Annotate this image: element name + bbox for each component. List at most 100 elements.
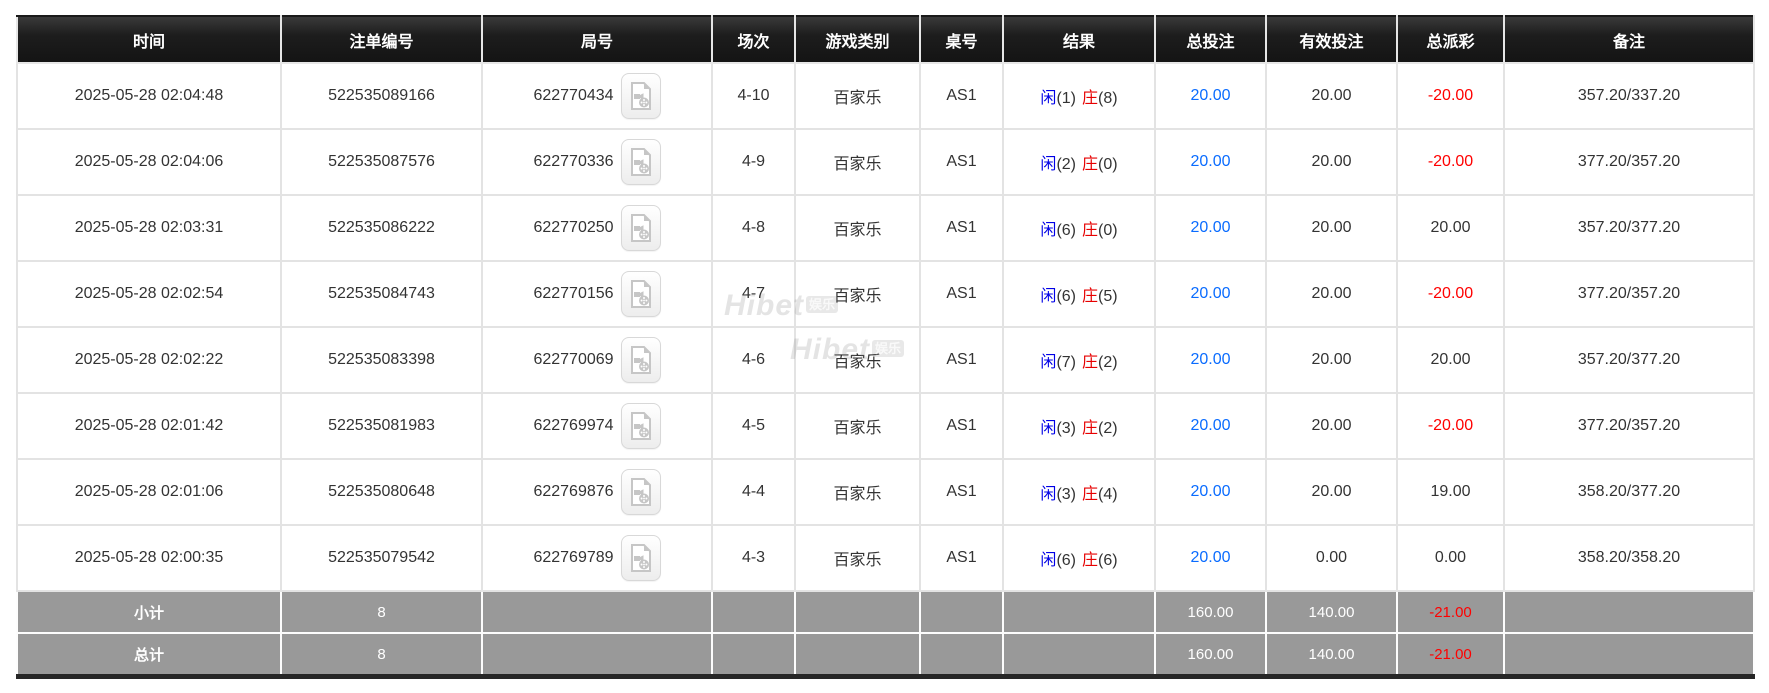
cell-bet-id: 522535083398: [281, 327, 482, 393]
bet-history-table: 时间 注单编号 局号 场次 游戏类别 桌号 结果 总投注 有效投注 总派彩 备注…: [16, 15, 1755, 679]
cell-payout: 0.00: [1397, 525, 1504, 591]
total-empty-session: [712, 633, 795, 677]
col-header-result: 结果: [1003, 16, 1155, 63]
video-file-icon: [629, 214, 653, 242]
cell-round-id: 622770250: [482, 195, 712, 261]
table-row: 2025-05-28 02:04:06 522535087576 6227703…: [17, 129, 1754, 195]
video-file-icon: [629, 148, 653, 176]
round-id-text: 622770069: [533, 351, 613, 368]
cell-session: 4-8: [712, 195, 795, 261]
cell-time: 2025-05-28 02:01:06: [17, 459, 281, 525]
col-header-game-type: 游戏类别: [795, 16, 920, 63]
video-replay-button[interactable]: [621, 139, 661, 185]
cell-session: 4-6: [712, 327, 795, 393]
cell-total-bet: 20.00: [1155, 63, 1266, 129]
result-banker-label: 庄: [1082, 288, 1098, 305]
cell-total-bet: 20.00: [1155, 393, 1266, 459]
result-player-label: 闲: [1040, 222, 1056, 239]
cell-session: 4-5: [712, 393, 795, 459]
cell-result: 闲(3)庄(4): [1003, 459, 1155, 525]
result-player-label: 闲: [1040, 156, 1056, 173]
total-total-bet: 160.00: [1155, 633, 1266, 677]
cell-bet-id: 522535087576: [281, 129, 482, 195]
result-player-label: 闲: [1040, 354, 1056, 371]
result-banker-score: (4): [1098, 486, 1118, 503]
video-replay-button[interactable]: [621, 337, 661, 383]
cell-bet-id: 522535079542: [281, 525, 482, 591]
cell-valid-bet: 20.00: [1266, 327, 1397, 393]
video-replay-button[interactable]: [621, 403, 661, 449]
result-player-label: 闲: [1040, 486, 1056, 503]
video-replay-button[interactable]: [621, 73, 661, 119]
result-banker-score: (5): [1098, 288, 1118, 305]
video-replay-button[interactable]: [621, 205, 661, 251]
cell-session: 4-7: [712, 261, 795, 327]
cell-total-bet: 20.00: [1155, 327, 1266, 393]
cell-table-no: AS1: [920, 459, 1003, 525]
col-header-total-bet: 总投注: [1155, 16, 1266, 63]
cell-table-no: AS1: [920, 63, 1003, 129]
cell-total-bet: 20.00: [1155, 195, 1266, 261]
result-player-score: (3): [1056, 486, 1076, 503]
cell-valid-bet: 20.00: [1266, 459, 1397, 525]
cell-game-type: 百家乐: [795, 195, 920, 261]
total-empty-remark: [1504, 633, 1754, 677]
cell-valid-bet: 20.00: [1266, 195, 1397, 261]
video-file-icon: [629, 82, 653, 110]
round-id-text: 622770156: [533, 285, 613, 302]
cell-payout: -20.00: [1397, 261, 1504, 327]
table-row: 2025-05-28 02:01:42 522535081983 6227699…: [17, 393, 1754, 459]
subtotal-empty-round: [482, 591, 712, 633]
result-player-score: (6): [1056, 222, 1076, 239]
subtotal-payout: -21.00: [1397, 591, 1504, 633]
video-replay-button[interactable]: [621, 469, 661, 515]
cell-time: 2025-05-28 02:04:48: [17, 63, 281, 129]
cell-game-type: 百家乐: [795, 327, 920, 393]
cell-result: 闲(2)庄(0): [1003, 129, 1155, 195]
result-player-label: 闲: [1040, 90, 1056, 107]
result-player-score: (7): [1056, 354, 1076, 371]
video-file-icon: [629, 478, 653, 506]
cell-payout: -20.00: [1397, 393, 1504, 459]
result-banker-score: (2): [1098, 420, 1118, 437]
cell-session: 4-10: [712, 63, 795, 129]
round-id-text: 622770250: [533, 219, 613, 236]
total-payout: -21.00: [1397, 633, 1504, 677]
cell-remark: 357.20/337.20: [1504, 63, 1754, 129]
subtotal-valid-bet: 140.00: [1266, 591, 1397, 633]
cell-result: 闲(6)庄(6): [1003, 525, 1155, 591]
result-banker-score: (0): [1098, 156, 1118, 173]
col-header-payout: 总派彩: [1397, 16, 1504, 63]
table-row: 2025-05-28 02:01:06 522535080648 6227698…: [17, 459, 1754, 525]
cell-bet-id: 522535084743: [281, 261, 482, 327]
cell-game-type: 百家乐: [795, 459, 920, 525]
cell-bet-id: 522535081983: [281, 393, 482, 459]
cell-result: 闲(6)庄(0): [1003, 195, 1155, 261]
cell-total-bet: 20.00: [1155, 525, 1266, 591]
col-header-round-id: 局号: [482, 16, 712, 63]
cell-table-no: AS1: [920, 393, 1003, 459]
round-id-text: 622769974: [533, 417, 613, 434]
result-player-label: 闲: [1040, 552, 1056, 569]
cell-round-id: 622769974: [482, 393, 712, 459]
round-id-text: 622769789: [533, 549, 613, 566]
col-header-session: 场次: [712, 16, 795, 63]
cell-valid-bet: 0.00: [1266, 525, 1397, 591]
subtotal-empty-table-no: [920, 591, 1003, 633]
cell-remark: 357.20/377.20: [1504, 327, 1754, 393]
cell-remark: 377.20/357.20: [1504, 393, 1754, 459]
video-replay-button[interactable]: [621, 535, 661, 581]
video-file-icon: [629, 346, 653, 374]
result-banker-label: 庄: [1082, 222, 1098, 239]
cell-round-id: 622770156: [482, 261, 712, 327]
cell-bet-id: 522535089166: [281, 63, 482, 129]
cell-payout: -20.00: [1397, 63, 1504, 129]
subtotal-empty-game-type: [795, 591, 920, 633]
total-empty-result: [1003, 633, 1155, 677]
video-replay-button[interactable]: [621, 271, 661, 317]
cell-game-type: 百家乐: [795, 393, 920, 459]
cell-table-no: AS1: [920, 195, 1003, 261]
round-id-text: 622770434: [533, 87, 613, 104]
video-file-icon: [629, 280, 653, 308]
col-header-table-no: 桌号: [920, 16, 1003, 63]
